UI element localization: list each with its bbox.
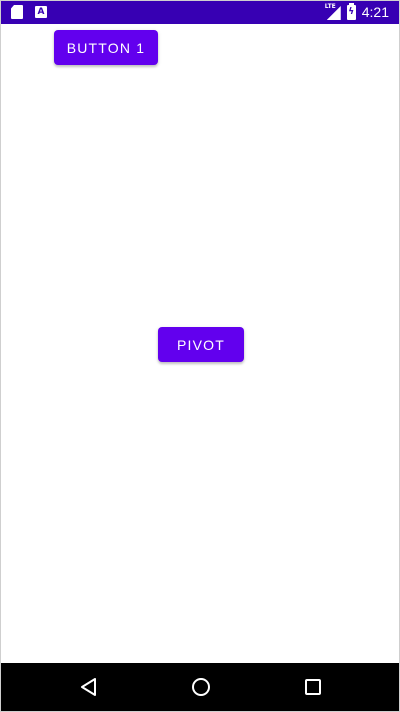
button-1[interactable]: BUTTON 1 (54, 30, 158, 65)
status-clock: 4:21 (361, 4, 389, 20)
a-notification-icon: A (35, 6, 47, 18)
back-icon[interactable] (79, 677, 99, 697)
pivot-button[interactable]: PIVOT (158, 327, 244, 362)
navigation-bar (1, 663, 399, 711)
home-icon[interactable] (191, 677, 211, 697)
status-notification-icons: A (11, 5, 47, 19)
lte-signal-icon: LTE (325, 3, 341, 21)
battery-charging-icon: ϟ (346, 2, 356, 20)
app-screen: A LTE ϟ 4:21 BUTTON 1 PIVOT (0, 0, 400, 712)
recents-icon[interactable] (303, 677, 323, 697)
network-type-label: LTE (324, 3, 336, 10)
a-icon-letter: A (37, 7, 45, 17)
status-system-icons: LTE ϟ 4:21 (325, 2, 389, 21)
charging-bolt-icon: ϟ (348, 6, 355, 17)
sd-card-icon (11, 5, 23, 19)
status-bar: A LTE ϟ 4:21 (1, 1, 399, 24)
